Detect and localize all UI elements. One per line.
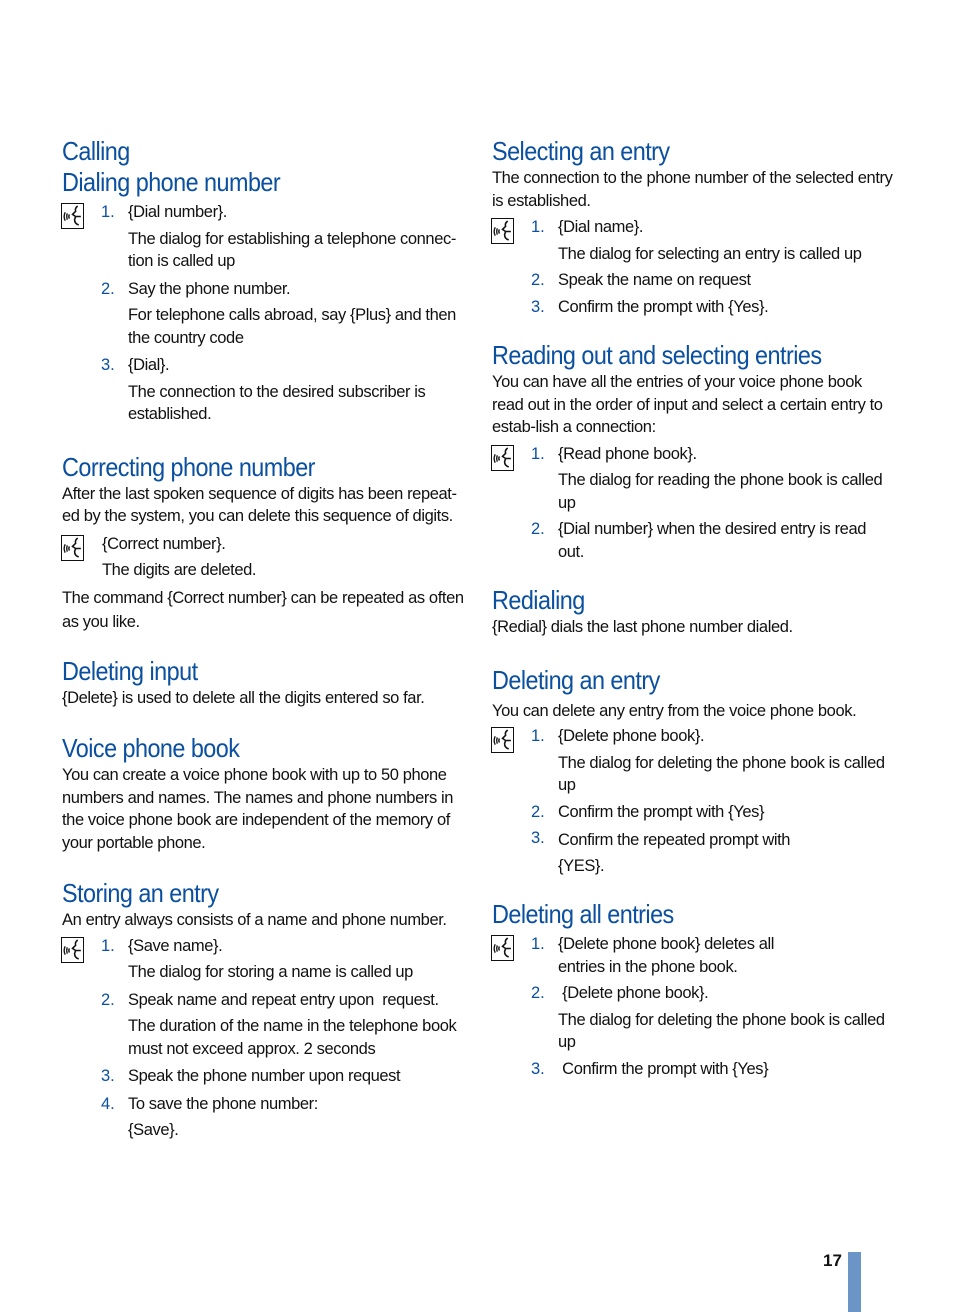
correcting-intro: After the last spoken sequence of digits…: [62, 484, 457, 526]
step-description: The dialog for deleting the phone book i…: [558, 753, 885, 795]
step-number: 3.: [531, 297, 545, 316]
step-number: 3.: [531, 1059, 545, 1078]
step-item: 2. {Dial number} when the desired entry …: [492, 518, 897, 563]
correcting-note: The command {Correct number} can be repe…: [62, 588, 464, 631]
step-text: {Delete phone book}.: [558, 984, 709, 1002]
step-number: 2.: [531, 802, 545, 821]
step-number: 1.: [531, 935, 545, 953]
section-title-selecting: Selecting an entry: [492, 136, 670, 166]
step-text: {Dial number}.: [128, 203, 227, 221]
step-number: 3.: [531, 829, 545, 847]
step-item: 2. {Delete phone book}. The dialog for d…: [492, 982, 897, 1054]
step-number: 3.: [101, 356, 115, 374]
step-text: Confirm the prompt with {Yes}: [558, 1059, 769, 1078]
step-number: 2.: [531, 984, 545, 1002]
step-text: {Save name}.: [128, 936, 223, 955]
page-number: 17: [823, 1251, 842, 1270]
step-text: Confirm the prompt with {Yes}.: [558, 297, 769, 316]
left-column: Calling Dialing phone number 1. {Dial nu…: [61, 136, 467, 1142]
deleting-all-steps: 1. {Delete phone book} deletes all entri…: [491, 933, 897, 1081]
reading-intro: You can have all the entries of your voi…: [492, 373, 883, 436]
step-text: Speak the name on request: [558, 271, 751, 289]
step-item: 4. To save the phone number: {Save}.: [62, 1093, 467, 1142]
reading-steps: 1. {Read phone book}. The dialog for rea…: [491, 443, 897, 564]
section-title-correcting: Correcting phone number: [62, 451, 315, 482]
step-description: The dialog for establishing a telephone …: [128, 229, 456, 271]
step-description: The connection to the desired subscriber…: [128, 382, 426, 424]
redialing-text: {Redial} dials the last phone number dia…: [492, 618, 793, 636]
step-number: 1.: [531, 727, 545, 745]
step-item: 3. {Dial}. The connection to the desired…: [62, 354, 467, 426]
step-item: 1. {Dial number}. The dialog for establi…: [62, 201, 467, 273]
right-column: Selecting an entry The connection to the…: [491, 136, 897, 1081]
step-text: To save the phone number:: [128, 1094, 318, 1113]
section-title-deleting-entry: Deleting an entry: [492, 664, 660, 695]
step-item: 1. {Read phone book}. The dialog for rea…: [492, 443, 897, 515]
command-result: The digits are deleted.: [102, 561, 257, 579]
voice-phone-book-text: You can create a voice phone book with u…: [62, 766, 454, 852]
step-number: 4.: [101, 1094, 115, 1113]
step-description: The duration of the name in the telephon…: [128, 1017, 457, 1058]
step-number: 2.: [101, 990, 115, 1009]
step-item: 1. {Save name}. The dialog for storing a…: [62, 935, 467, 984]
step-description: The dialog for selecting an entry is cal…: [558, 244, 862, 263]
step-number: 1.: [101, 203, 115, 221]
step-number: 2.: [101, 279, 115, 298]
section-title-calling: Calling: [62, 136, 130, 166]
section-title-reading: Reading out and selecting entries: [492, 340, 822, 370]
section-title-deleting-input: Deleting input: [62, 655, 198, 686]
step-item: 2. Confirm the prompt with {Yes}: [492, 801, 897, 824]
selecting-intro: The connection to the phone number of th…: [492, 169, 893, 210]
step-number: 1.: [531, 444, 545, 463]
step-text: Say the phone number.: [128, 279, 291, 298]
dialing-steps: 1. {Dial number}. The dialog for establi…: [61, 201, 467, 426]
step-item: 3. Confirm the prompt with {Yes}.: [492, 296, 897, 319]
step-number: 2.: [531, 271, 545, 289]
command-text: {Correct number}.: [102, 534, 226, 553]
step-item: 2. Say the phone number. For telephone c…: [62, 278, 467, 350]
step-description: For telephone calls abroad, say {Plus} a…: [128, 306, 456, 347]
section-title-voice-phone-book: Voice phone book: [62, 733, 240, 763]
step-number: 1.: [531, 218, 545, 236]
step-text: {Dial number} when the desired entry is …: [558, 520, 867, 561]
section-title-dialing: Dialing phone number: [62, 167, 281, 197]
correcting-command: {Correct number}. The digits are deleted…: [61, 533, 467, 582]
step-text: Confirm the prompt with {Yes}: [558, 802, 765, 821]
storing-intro: An entry always consists of a name and p…: [62, 911, 447, 929]
storing-steps: 1. {Save name}. The dialog for storing a…: [61, 935, 467, 1142]
step-description: The dialog for deleting the phone book i…: [558, 1010, 885, 1052]
page-accent-bar: [848, 1252, 861, 1312]
step-description: The dialog for storing a name is called …: [128, 963, 413, 981]
deleting-entry-intro: You can delete any entry from the voice …: [492, 701, 857, 720]
step-text: {Delete phone book}.: [558, 727, 705, 745]
step-number: 1.: [101, 936, 115, 955]
step-item: 1. {Delete phone book}. The dialog for d…: [492, 725, 897, 797]
step-text: Speak name and repeat entry upon request…: [128, 990, 439, 1009]
deleting-input-text: {Delete} is used to delete all the digit…: [62, 688, 425, 707]
section-title-storing: Storing an entry: [62, 878, 219, 908]
step-item: 3. Confirm the repeated prompt with {YES…: [492, 827, 897, 879]
step-text: {Dial}.: [128, 356, 170, 374]
step-text: {Read phone book}.: [558, 444, 697, 463]
step-item: 1. {Delete phone book} deletes all entri…: [492, 933, 897, 978]
step-description: {Save}.: [128, 1121, 179, 1139]
step-item: 1. {Dial name}. The dialog for selecting…: [492, 216, 897, 265]
step-text: {Dial name}.: [558, 218, 644, 236]
step-text: Confirm the repeated prompt with {YES}.: [558, 831, 791, 875]
section-title-deleting-all: Deleting all entries: [492, 899, 674, 929]
step-text: Speak the phone number upon request: [128, 1067, 401, 1085]
section-title-redialing: Redialing: [492, 585, 585, 615]
step-text: {Delete phone book} deletes all entries …: [558, 935, 775, 976]
step-item: 2. Speak name and repeat entry upon requ…: [62, 989, 467, 1061]
step-item: 3. Confirm the prompt with {Yes}: [492, 1058, 897, 1081]
step-item: 2. Speak the name on request: [492, 269, 897, 292]
step-number: 3.: [101, 1067, 115, 1085]
selecting-steps: 1. {Dial name}. The dialog for selecting…: [491, 216, 897, 319]
step-item: 3. Speak the phone number upon request: [62, 1065, 467, 1088]
step-description: The dialog for reading the phone book is…: [558, 471, 883, 512]
deleting-entry-steps: 1. {Delete phone book}. The dialog for d…: [491, 725, 897, 879]
step-number: 2.: [531, 520, 545, 538]
